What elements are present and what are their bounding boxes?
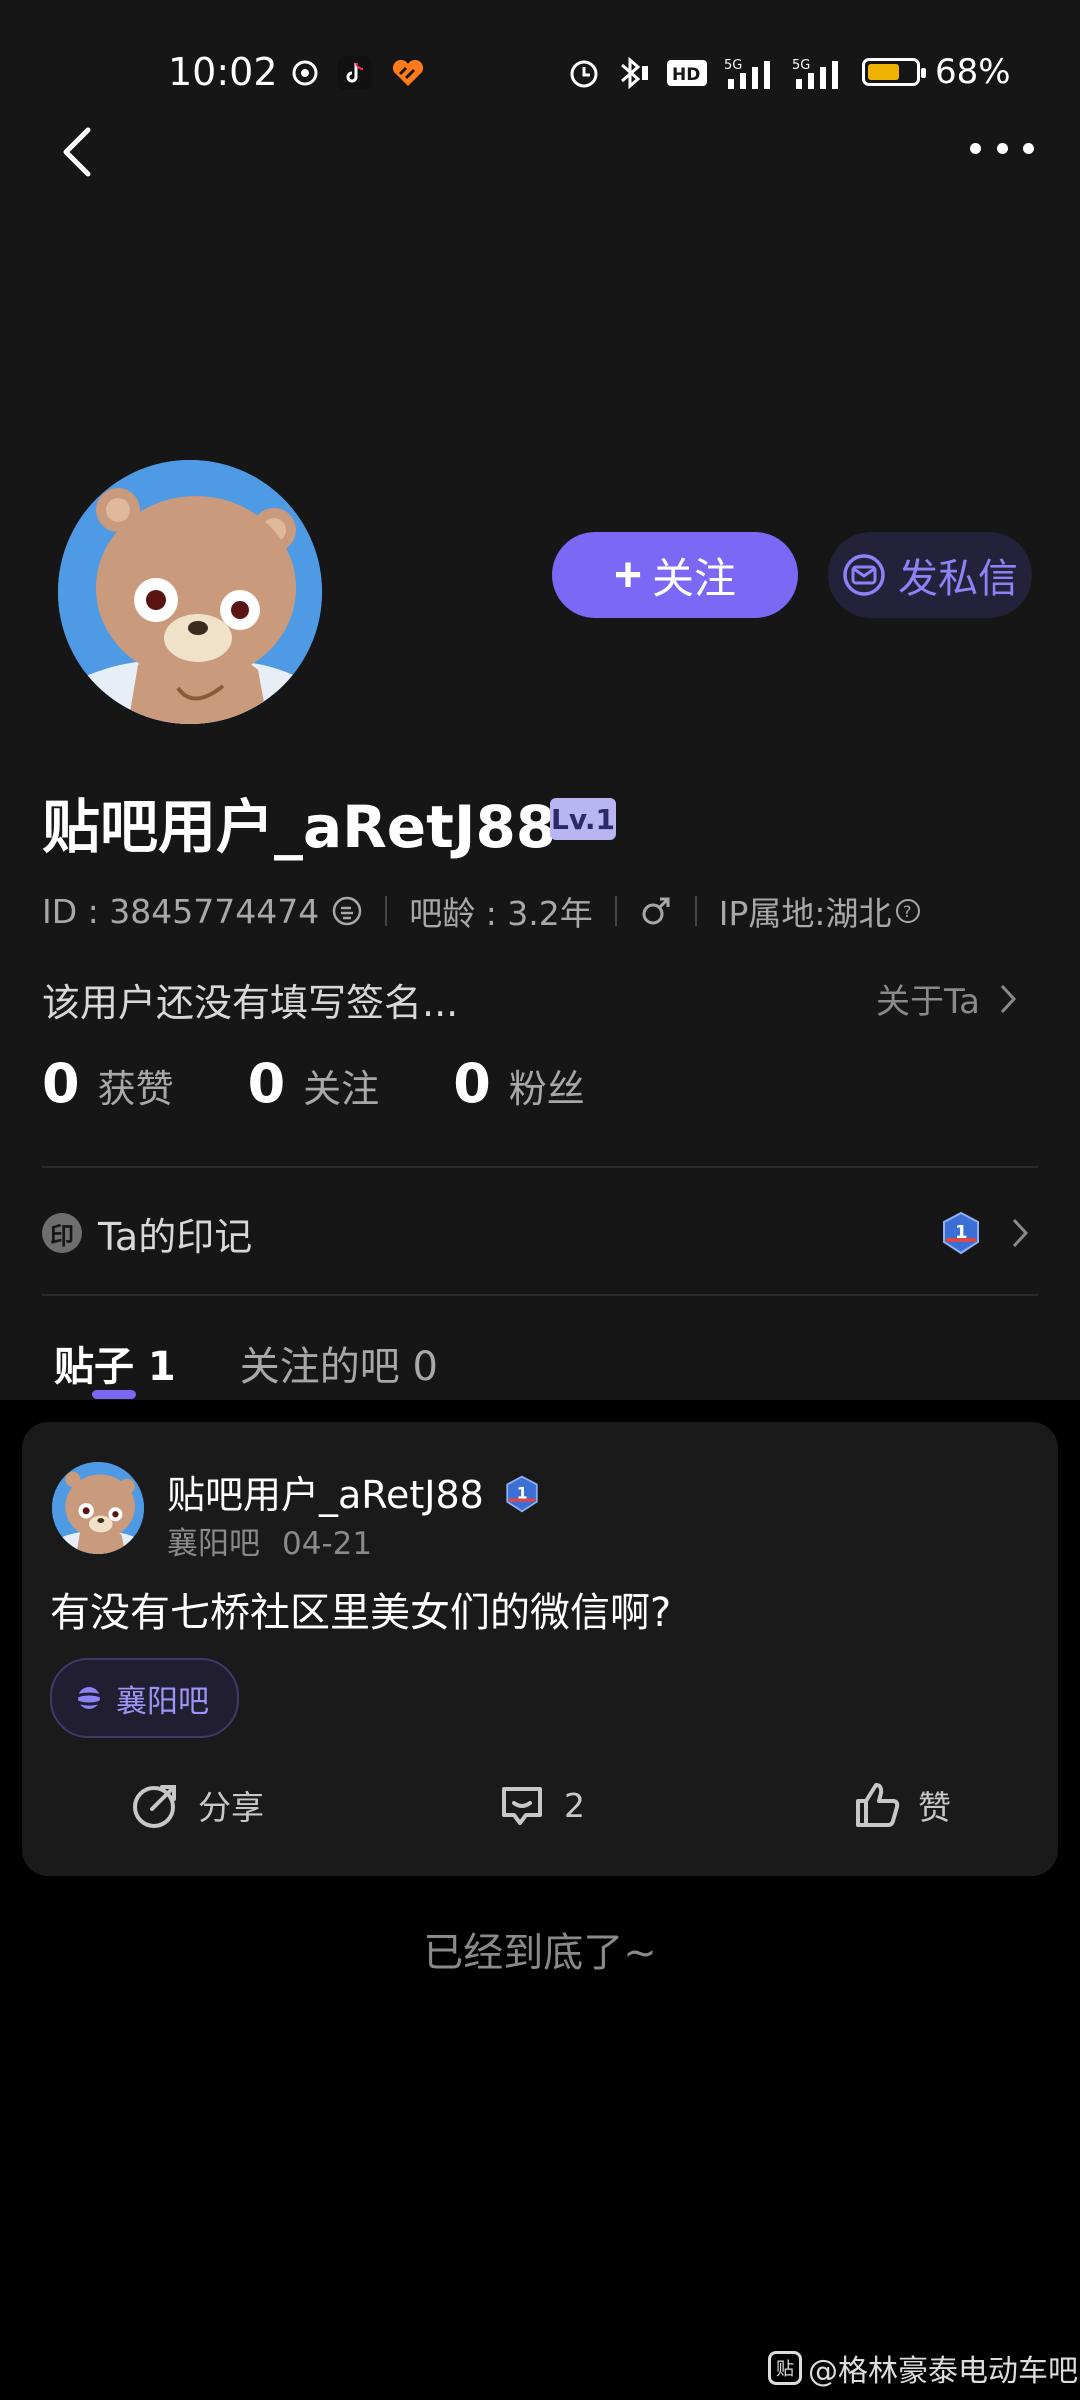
post-title[interactable]: 有没有七桥社区里美女们的微信啊? [50,1580,671,1638]
fans-label: 粉丝 [508,1067,585,1111]
tieba-logo-icon: 贴 [768,2351,802,2385]
signal-5g-icon-2: 5G [786,54,846,92]
about-label: 关于Ta [876,982,980,1022]
app-heart-icon [390,54,426,92]
post-avatar[interactable] [52,1462,144,1554]
mail-icon [843,554,885,596]
send-message-label: 发私信 [898,556,1018,602]
watermark-text: @格林豪泰电动车吧 [808,2354,1078,2389]
divider [42,1166,1038,1168]
hd-icon: HD [666,54,708,92]
watermark: 贴 @格林豪泰电动车吧 [768,2348,1078,2389]
stat-fans[interactable]: 0 粉丝 [453,1052,585,1115]
signal-5g-icon: 5G [724,54,778,92]
tab-indicator [92,1390,136,1399]
follow-label: 关注 [652,554,737,602]
battery-icon [862,58,926,86]
status-bar: 10:02 HD 5G 5G 68% [0,38,1080,108]
bar-age: 吧龄 : 3.2年 [409,894,593,933]
fans-count: 0 [453,1052,491,1115]
copy-icon[interactable] [331,895,363,927]
tiktok-icon [338,54,372,92]
chevron-right-icon [1000,984,1017,1013]
bluetooth-icon [612,54,652,92]
post-forum: 襄阳吧 [167,1526,260,1562]
end-of-list-text: 已经到底了~ [423,1930,657,1976]
following-count: 0 [247,1052,286,1115]
svg-text:5G: 5G [724,58,742,73]
svg-text:?: ? [903,902,912,921]
planet-icon [74,1687,104,1709]
profile-tabs: 贴子 1 关注的吧 0 [54,1330,438,1396]
forum-tag[interactable]: 襄阳吧 [50,1658,239,1738]
comment-button[interactable]: 2 [496,1762,585,1848]
stat-likes[interactable]: 0 获赞 [42,1052,174,1115]
netease-music-icon [290,54,320,92]
send-message-button[interactable]: 发私信 [828,532,1032,618]
comment-icon [502,1787,542,1825]
svg-text:5G: 5G [792,58,810,73]
user-id: ID : 3845774474 [42,891,320,931]
like-button[interactable]: 赞 [850,1762,951,1848]
male-icon [642,897,670,925]
divider [694,896,697,926]
battery-percentage: 68% [935,52,1011,92]
thumbs-up-icon [856,1783,900,1827]
stat-following[interactable]: 0 关注 [248,1052,380,1115]
post-date: 04-21 [282,1526,373,1562]
tab-followed-bars[interactable]: 关注的吧 0 [240,1334,438,1392]
divider [385,896,388,926]
svg-text:HD: HD [672,65,700,85]
profile-info-row: ID : 3845774474 吧龄 : 3.2年 IP属地:湖北 ? [42,886,922,936]
post-meta: 襄阳吧 04-21 [167,1518,372,1563]
likes-count: 0 [42,1052,80,1115]
divider [614,896,617,926]
chevron-left-icon[interactable] [58,124,98,180]
status-time: 10:02 [168,50,278,94]
alarm-icon [566,54,602,92]
level-badge-icon: 1 [943,1211,979,1255]
post-actions: 分享 2 赞 [22,1762,1058,1848]
level-badge-number: 1 [955,1222,968,1243]
username: 贴吧用户_aRetJ88 [42,793,557,861]
level-badge-icon: 1 [506,1475,538,1513]
stats-row: 0 获赞 0 关注 0 粉丝 [42,1052,659,1132]
marks-label: Ta的印记 [98,1214,253,1259]
about-link[interactable]: 关于Ta [876,974,1018,1023]
avatar[interactable] [58,460,322,724]
post-badge-number: 1 [517,1483,528,1502]
likes-label: 获赞 [97,1067,174,1111]
follow-button[interactable]: + 关注 [552,532,798,618]
more-dots-icon[interactable] [970,128,1034,168]
level-badge[interactable]: Lv.1 [550,798,616,840]
chevron-right-icon [1012,1218,1029,1248]
share-button[interactable]: 分享 [130,1762,264,1848]
tab-posts[interactable]: 贴子 1 [54,1334,176,1392]
forum-tag-label: 襄阳吧 [116,1683,209,1720]
following-label: 关注 [303,1067,380,1111]
post-author[interactable]: 贴吧用户_aRetJ88 1 [167,1464,542,1519]
marks-row[interactable]: 印 Ta的印记 1 [42,1202,1038,1264]
help-icon[interactable]: ? [894,897,922,925]
comment-count: 2 [564,1785,585,1825]
signature: 该用户还没有填写签名... [42,981,459,1025]
like-label: 赞 [918,1788,951,1827]
stamp-icon: 印 [42,1213,82,1253]
post-author-name: 贴吧用户_aRetJ88 [167,1473,484,1517]
ip-location: IP属地:湖北 [718,894,892,933]
post-card[interactable]: 贴吧用户_aRetJ88 1 襄阳吧 04-21 有没有七桥社区里美女们的微信啊?… [22,1422,1058,1876]
share-label: 分享 [198,1788,264,1827]
share-icon [133,1785,176,1828]
plus-icon: + [613,548,642,602]
divider [42,1294,1038,1296]
